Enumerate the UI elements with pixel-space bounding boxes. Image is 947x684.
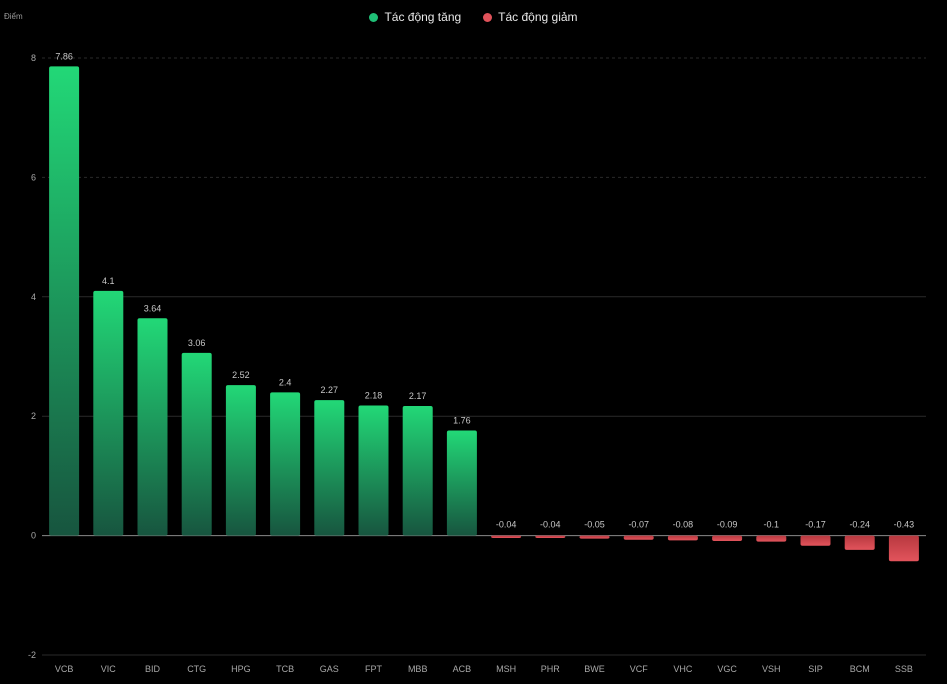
data-label-bwe: -0.05 [584, 520, 605, 530]
x-tick-label-vgc: VGC [717, 664, 737, 674]
x-tick-label-fpt: FPT [365, 664, 383, 674]
bar-bwe [579, 535, 610, 539]
chart-plot-area: -2 0 2 4 6 8 7.86 VCB 4.1 VIC 3.64 BID 3.06 CTG 2.52 HP… [28, 51, 926, 674]
x-tick-label-sip: SIP [808, 664, 823, 674]
x-tick-label-ssb: SSB [895, 664, 913, 674]
x-tick-label-tcb: TCB [276, 664, 294, 674]
bar-vcf [623, 535, 654, 540]
bar-bcm [844, 535, 875, 550]
x-tick-label-bid: BID [145, 664, 161, 674]
data-label-vgc: -0.09 [717, 520, 738, 530]
bar-phr [535, 535, 566, 538]
x-tick-label-hpg: HPG [231, 664, 251, 674]
bar-gas [314, 400, 345, 536]
x-tick-label-vic: VIC [101, 664, 117, 674]
data-label-phr: -0.04 [540, 520, 561, 530]
bar-vcb [49, 66, 80, 536]
y-tick-label: 6 [31, 172, 36, 182]
data-label-bcm: -0.24 [849, 520, 870, 530]
data-label-acb: 1.76 [453, 416, 471, 426]
x-tick-label-vhc: VHC [673, 664, 693, 674]
x-tick-label-vsh: VSH [762, 664, 781, 674]
bar-tcb [270, 392, 301, 536]
y-tick-label: -2 [28, 650, 36, 660]
x-tick-label-bcm: BCM [850, 664, 870, 674]
bar-chart: Điểm Tác động tăng Tác động giảm -2 0 2 4 6 8… [0, 0, 947, 684]
y-tick-label: 2 [31, 411, 36, 421]
bar-msh [491, 535, 522, 538]
bar-ctg [181, 352, 212, 536]
data-label-ctg: 3.06 [188, 338, 206, 348]
data-label-ssb: -0.43 [894, 520, 915, 530]
data-label-fpt: 2.18 [365, 390, 383, 400]
data-label-vsh: -0.1 [764, 520, 780, 530]
x-tick-label-gas: GAS [320, 664, 339, 674]
bar-ssb [888, 535, 919, 562]
x-tick-label-vcb: VCB [55, 664, 74, 674]
data-label-sip: -0.17 [805, 520, 826, 530]
x-tick-label-msh: MSH [496, 664, 516, 674]
data-label-hpg: 2.52 [232, 370, 250, 380]
x-tick-label-vcf: VCF [630, 664, 649, 674]
data-label-vic: 4.1 [102, 276, 115, 286]
data-label-vhc: -0.08 [673, 520, 694, 530]
x-tick-label-phr: PHR [541, 664, 561, 674]
data-label-gas: 2.27 [321, 385, 339, 395]
bar-hpg [225, 385, 256, 536]
bar-fpt [358, 405, 389, 536]
bar-vic [93, 290, 124, 536]
y-tick-label: 0 [31, 531, 36, 541]
y-tick-label: 8 [31, 53, 36, 63]
data-label-vcf: -0.07 [628, 520, 649, 530]
data-label-vcb: 7.86 [55, 51, 73, 61]
bar-vhc [667, 535, 698, 541]
x-tick-label-bwe: BWE [584, 664, 605, 674]
y-tick-label: 4 [31, 292, 36, 302]
x-tick-label-mbb: MBB [408, 664, 428, 674]
bar-acb [446, 430, 477, 536]
data-label-bid: 3.64 [144, 303, 162, 313]
bar-vsh [756, 535, 787, 542]
bar-mbb [402, 406, 433, 536]
data-label-mbb: 2.17 [409, 391, 427, 401]
x-tick-label-ctg: CTG [187, 664, 206, 674]
data-label-msh: -0.04 [496, 520, 517, 530]
data-label-tcb: 2.4 [279, 377, 292, 387]
bar-bid [137, 318, 168, 536]
bar-sip [800, 535, 831, 546]
x-tick-label-acb: ACB [453, 664, 472, 674]
bar-vgc [712, 535, 743, 541]
